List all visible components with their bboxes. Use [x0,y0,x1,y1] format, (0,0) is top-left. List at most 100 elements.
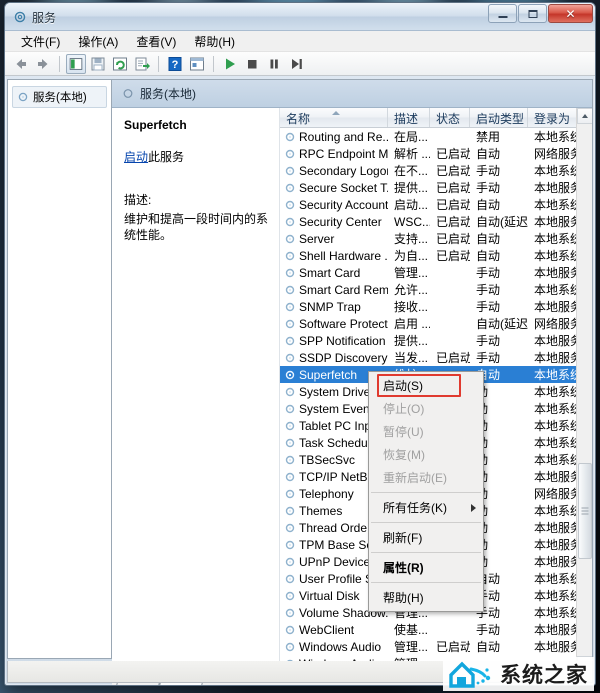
service-name-label: TBSecSvc [299,452,356,467]
properties-icon[interactable] [187,54,207,74]
cell-name: Security Account... [280,198,388,212]
cell-startup-type: 禁用 [476,130,501,144]
pause-service-icon[interactable] [264,54,284,74]
ctx-help[interactable]: 帮助(H) [369,586,483,609]
close-button[interactable]: ✕ [548,4,593,23]
house-logo-icon [449,661,491,688]
table-row[interactable]: Secondary Logon 在不... 已启动 手动 本地系统 [280,162,592,179]
table-row[interactable]: Routing and Re... 在局... 禁用 本地系统 [280,128,592,145]
table-row[interactable]: SPP Notification ...提供...手动本地服务 [280,332,592,349]
cell-description: 管理... [394,640,429,654]
results-pane: 服务(本地) Superfetch 启动此服务 描述: 维护和提高一段时间内的系… [112,80,592,672]
column-header-startup-type[interactable]: 启动类型 [470,108,528,127]
maximize-button[interactable] [518,4,547,23]
back-icon[interactable] [11,54,31,74]
service-name-label: TCP/IP NetBI [299,469,371,484]
table-row[interactable]: RPC Endpoint M...解析 ...已启动自动网络服务 [280,145,592,162]
forward-icon[interactable] [33,54,53,74]
table-row[interactable]: SNMP Trap 接收... 手动 本地服务 [280,298,592,315]
service-gear-icon [285,540,295,549]
cell-status: 已启动 [436,164,470,178]
ctx-all-tasks[interactable]: 所有任务(K) [369,496,483,519]
service-name-label: Thread Orde [299,520,368,535]
table-row[interactable]: SSDP Discovery 当发... 已启动 手动 本地服务 [280,349,592,366]
table-row[interactable]: Software Protect...启用 ...自动(延迟...网络服务 [280,315,592,332]
start-service-icon[interactable] [220,54,240,74]
start-service-link[interactable]: 启动 [124,150,148,164]
service-name-label: Telephony [299,486,354,501]
cell-name: SSDP Discovery [280,351,388,365]
cell-startup-type: 自动(延迟... [476,215,528,229]
ctx-refresh[interactable]: 刷新(F) [369,526,483,549]
save-icon[interactable] [88,54,108,74]
menu-view[interactable]: 查看(V) [128,31,184,52]
service-gear-icon [285,591,295,600]
cell-status: 已启动 [436,198,470,212]
column-header-name[interactable]: 名称 [280,108,388,127]
cell-description: 提供... [394,334,429,348]
column-header-status[interactable]: 状态 [430,108,470,127]
service-gear-icon [285,625,295,634]
menu-help[interactable]: 帮助(H) [186,31,243,52]
title-bar[interactable]: 服务 ✕ [5,3,595,31]
cell-name: Software Protect... [280,317,388,331]
cell-startup-type: 自动 [476,198,501,212]
ctx-start[interactable]: 启动(S) [369,374,483,397]
stop-service-icon[interactable] [242,54,262,74]
service-name-label: Secure Socket T... [299,180,388,195]
table-row[interactable]: Windows Audio 管理... 已启动 自动 本地服务 [280,638,592,655]
tree-item-services-local[interactable]: 服务(本地) [12,86,107,108]
table-row[interactable]: Server 支持... 已启动 自动 本地系统 [280,230,592,247]
service-gear-icon [285,200,295,209]
service-gear-icon [285,506,295,515]
ctx-help-label: 帮助(H) [383,591,424,605]
export-list-icon[interactable] [132,54,152,74]
service-gear-icon [285,404,295,413]
cell-name: Server [280,232,388,246]
window-buttons: ✕ [487,4,593,23]
table-row[interactable]: Secure Socket T... 提供... 已启动 手动 本地服务 [280,179,592,196]
cell-name: WebClient [280,623,388,637]
restart-service-icon[interactable] [286,54,306,74]
table-row[interactable]: Security CenterWSC...已启动自动(延迟...本地服务 [280,213,592,230]
service-gear-icon [285,285,295,294]
ctx-resume: 恢复(M) [369,443,483,466]
scrollbar-thumb[interactable] [578,463,592,559]
refresh-icon[interactable] [110,54,130,74]
cell-description: 支持... [394,232,429,246]
service-gear-icon [285,472,295,481]
column-header-name-label: 名称 [286,112,311,126]
table-row[interactable]: Shell Hardware ... 为自... 已启动 自动 本地系统 [280,247,592,264]
cell-description: 允许... [394,283,429,297]
table-row[interactable]: WebClient 使基... 手动 本地服务 [280,621,592,638]
menu-file[interactable]: 文件(F) [13,31,68,52]
scroll-up-arrow-icon[interactable] [577,108,592,124]
minimize-button[interactable] [488,4,517,23]
ctx-properties-label: 属性(R) [383,561,424,575]
watermark-text: 系统之家 [500,663,588,687]
cell-description: 接收... [394,300,429,314]
service-name-label: Smart Card [299,265,361,280]
cell-name: Routing and Re... [280,130,388,144]
help-icon[interactable]: ? [165,54,185,74]
vertical-scrollbar[interactable] [576,108,592,672]
service-name-label: Server [299,231,335,246]
service-name-label: RPC Endpoint M... [299,146,388,161]
column-header-description[interactable]: 描述 [388,108,430,127]
cell-status: 已启动 [436,181,470,195]
show-hide-tree-icon[interactable] [66,53,86,74]
toolbar-separator [213,55,214,72]
ctx-pause: 暂停(U) [369,420,483,443]
table-row[interactable]: Smart Card 管理... 手动 本地服务 [280,264,592,281]
table-row[interactable]: Security Account...启动...已启动自动本地系统 [280,196,592,213]
ctx-properties[interactable]: 属性(R) [369,556,483,579]
cell-description: 启动... [394,198,429,212]
table-row[interactable]: Smart Card Rem...允许...手动本地系统 [280,281,592,298]
window-body: 服务(本地) 服务(本地) Superfetch 启动此服务 描述: 维护和提高… [7,79,593,672]
menu-action[interactable]: 操作(A) [70,31,126,52]
service-name-label: UPnP Device [299,554,371,569]
cell-startup-type: 手动 [476,623,501,637]
service-gear-icon [285,438,295,447]
cell-description: 使基... [394,623,429,637]
toolbar-separator [158,55,159,72]
